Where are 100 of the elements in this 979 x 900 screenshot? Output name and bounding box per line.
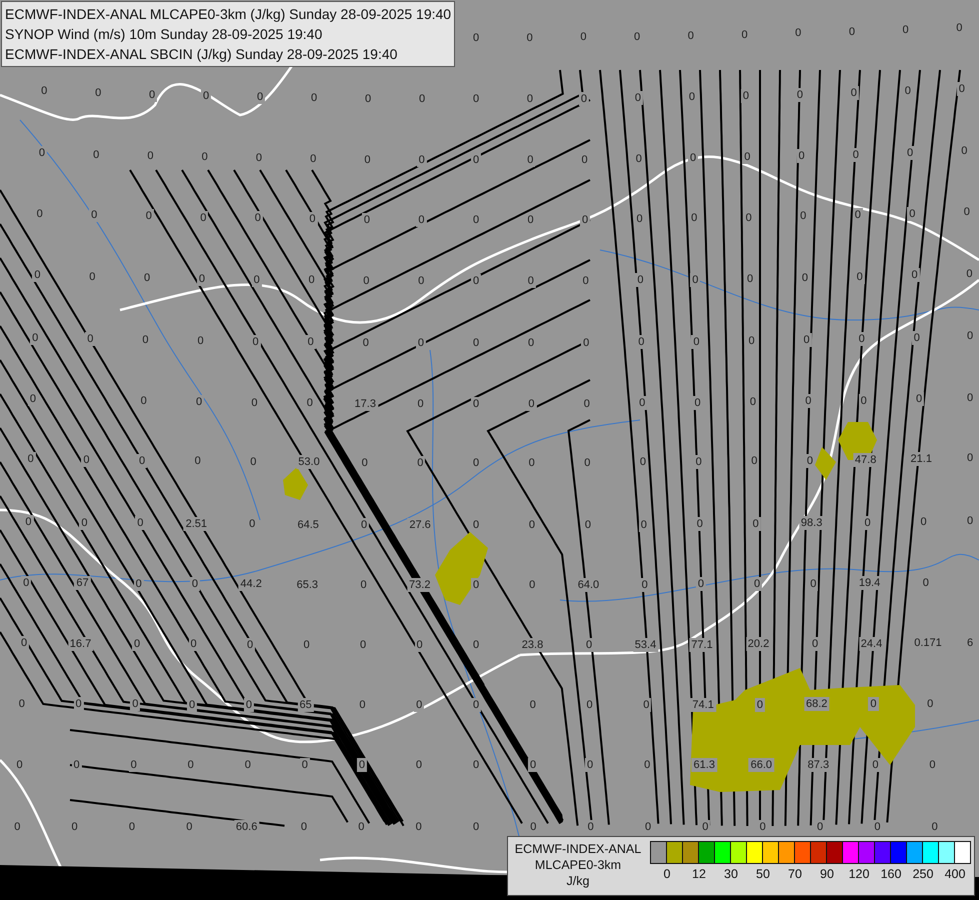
value-label: 24.4: [858, 636, 884, 651]
value-label: 0: [696, 577, 706, 592]
value-label: 0: [803, 394, 814, 408]
value-label: 0: [470, 698, 482, 712]
value-label: 0: [744, 210, 754, 224]
value-label: 0: [416, 212, 427, 227]
value-label: 0: [640, 578, 650, 592]
value-label: 0: [130, 697, 140, 712]
value-label: 0: [580, 212, 590, 227]
value-label: 66.0: [748, 758, 774, 772]
value-label: 0: [578, 92, 590, 106]
value-label: 0: [252, 272, 262, 287]
value-label: 0: [416, 336, 426, 350]
value-label: 0: [190, 577, 200, 592]
value-label: 0: [30, 330, 40, 345]
value-label: 0: [147, 88, 158, 102]
value-label: 0: [956, 82, 967, 96]
value-label: 0: [638, 518, 649, 532]
value-label: 0: [21, 576, 32, 590]
tick-label: 120: [848, 867, 870, 881]
value-label: 0: [85, 332, 96, 346]
map-title: ECMWF-INDEX-ANAL SBCIN (J/kg) Sunday 28-09-2025 19:40: [5, 45, 398, 64]
tick-label: 12: [692, 867, 706, 881]
value-label: 0: [128, 758, 139, 772]
value-label: 0: [188, 637, 199, 652]
value-label: 0: [870, 758, 880, 772]
value-label: 0: [868, 697, 879, 712]
value-label: 0: [914, 392, 924, 406]
value-label: 0: [306, 335, 316, 350]
value-label: 0: [526, 274, 536, 288]
value-label: 0: [244, 698, 254, 712]
value-label: 0: [250, 334, 261, 349]
value-label: 0: [854, 270, 865, 284]
value-label: 0: [905, 146, 916, 160]
value-label: 0: [690, 272, 700, 287]
value-label: 0: [414, 698, 424, 712]
tick-label: 160: [880, 867, 902, 881]
map-title: SYNOP Wind (m/s) 10m Sunday 28-09-2025 19:40: [5, 25, 324, 44]
value-label: 61.3: [692, 758, 717, 772]
value-label: 20.2: [746, 637, 772, 652]
value-label: 98.3: [798, 516, 824, 530]
value-label: 0: [416, 152, 427, 167]
value-label: 87.3: [806, 758, 832, 772]
value-label: 0: [750, 516, 761, 531]
value-label: 0: [526, 396, 536, 411]
value-label: 17.3: [352, 396, 378, 411]
value-label: 0: [907, 206, 918, 221]
value-label: 0: [691, 334, 702, 349]
cape-area: [283, 467, 308, 500]
legend-unit: J/kg: [566, 873, 590, 889]
value-label: 0: [32, 268, 42, 282]
value-label: 0: [136, 454, 148, 468]
value-label: 65: [298, 698, 314, 712]
value-label: 47.8: [852, 453, 878, 468]
value-label: 0: [858, 394, 869, 408]
value-label: 0: [636, 335, 646, 350]
value-label: 0: [802, 333, 812, 348]
value-label: 0: [135, 516, 146, 530]
value-label: 53.4: [632, 638, 658, 652]
value-label: 0: [909, 268, 920, 282]
value-label: 0: [912, 330, 922, 345]
value-label: 0: [79, 516, 90, 530]
value-label: 0: [848, 86, 859, 100]
value-label: 74.1: [690, 698, 716, 712]
tick-label: 90: [820, 867, 834, 881]
value-label: 0: [528, 758, 538, 772]
tick-label: 0: [664, 867, 670, 881]
value-label: 0: [694, 455, 704, 470]
value-label: 0: [18, 636, 30, 650]
tick-label: 250: [912, 867, 934, 881]
value-label: 0: [356, 758, 367, 772]
legend-title: MLCAPE0-3km: [534, 857, 622, 873]
tick-label: 70: [788, 867, 802, 881]
value-label: 0: [754, 698, 765, 712]
tick-label: 50: [756, 867, 770, 881]
value-label: 21.1: [908, 452, 934, 466]
value-label: 16.7: [68, 636, 94, 651]
cape-area: [815, 447, 836, 480]
value-label: 0: [632, 90, 643, 105]
value-label: 0: [692, 396, 703, 410]
legend-title: ECMWF-INDEX-ANAL: [514, 841, 642, 857]
value-label: 0: [414, 638, 425, 652]
value-label: 0: [742, 150, 752, 164]
value-label: 0: [752, 577, 762, 592]
value-label: 77.1: [689, 638, 715, 652]
value-label: 0: [637, 396, 648, 410]
value-label: 19.4: [856, 576, 882, 590]
value-label: 0: [804, 454, 816, 468]
value-label: 0: [740, 89, 751, 104]
value-label: 0: [28, 392, 38, 406]
tick-label: 30: [724, 867, 738, 881]
value-label: 44.2: [238, 577, 264, 592]
value-label: 0: [307, 212, 318, 226]
value-label: 53.0: [296, 455, 322, 470]
value-label: 0: [585, 758, 596, 772]
value-label: 0: [808, 576, 818, 591]
value-label: 73.2: [407, 578, 432, 592]
value-label: 0: [850, 148, 861, 162]
value-label: 0: [89, 208, 100, 222]
value-label: 0: [255, 90, 266, 104]
